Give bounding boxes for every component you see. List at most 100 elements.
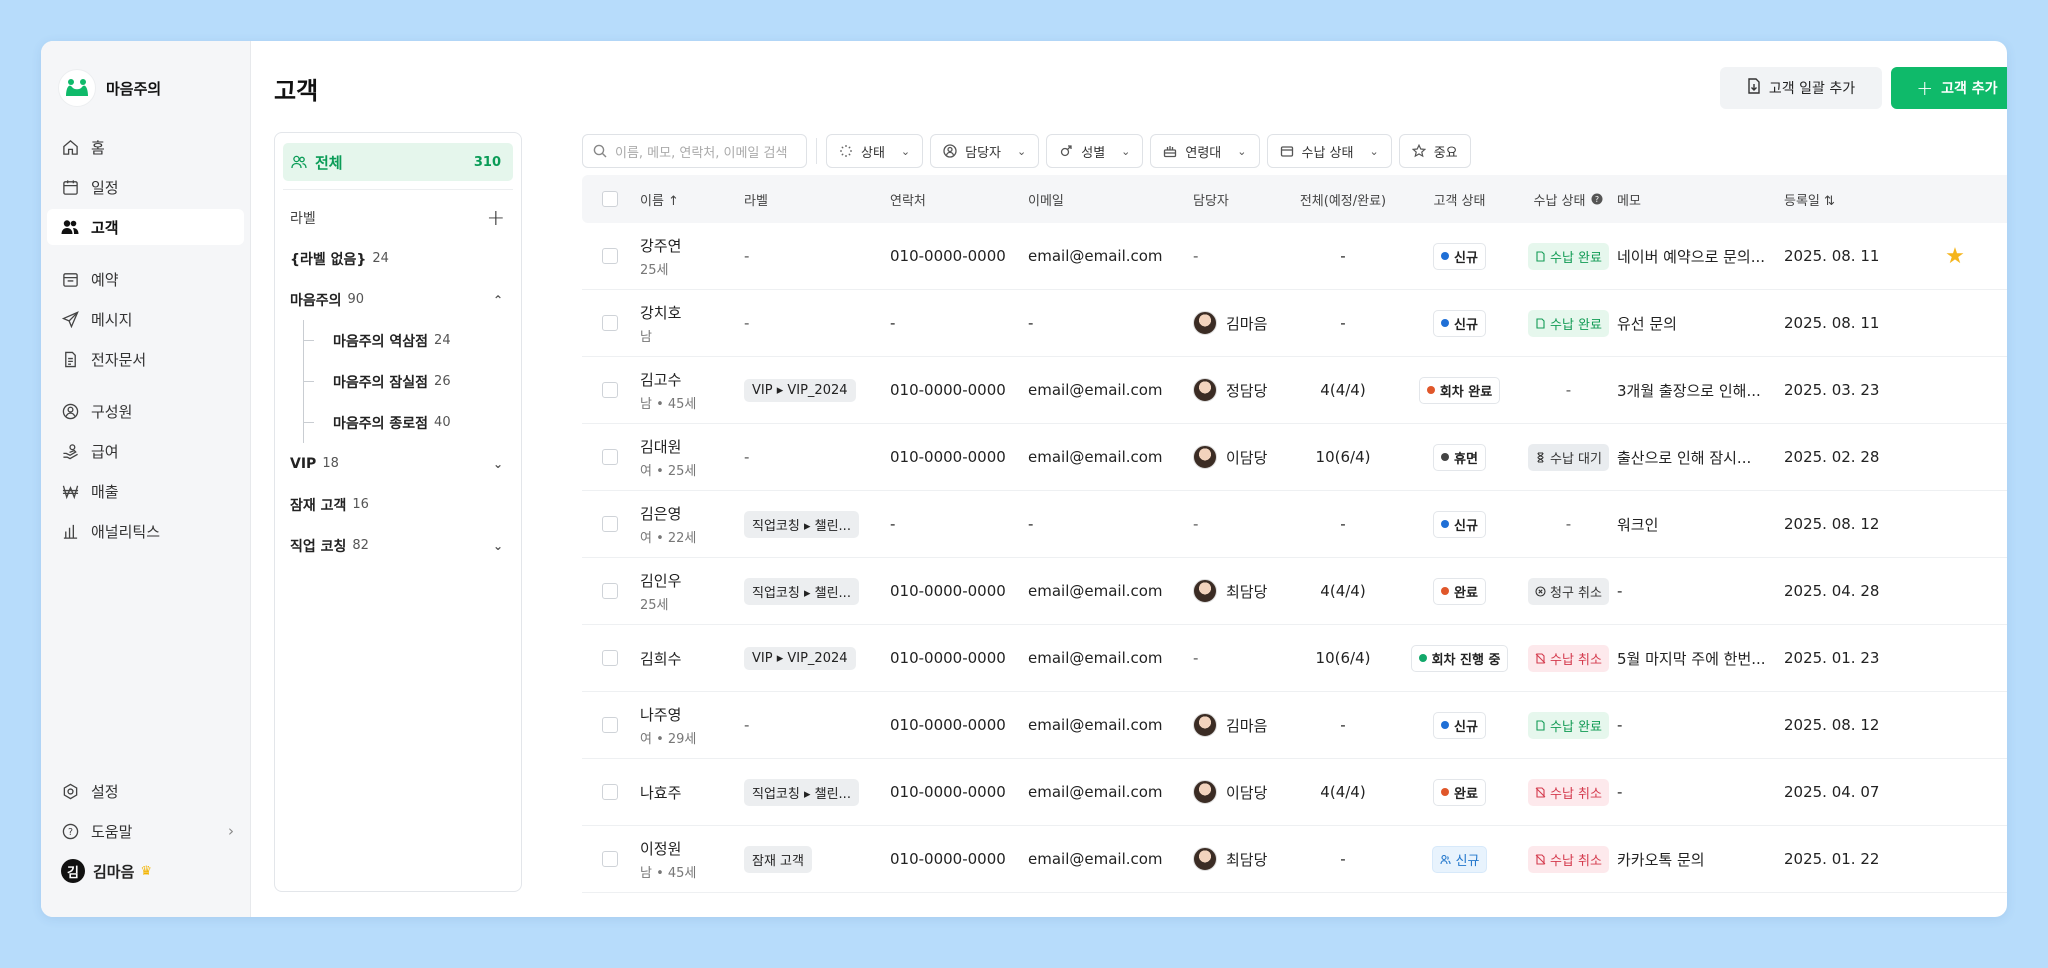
sidebar-item-1[interactable]: 일정 — [47, 169, 244, 205]
row-checkbox[interactable] — [602, 315, 618, 331]
sidebar-item-settings[interactable]: 설정 — [47, 773, 244, 809]
customer-name-cell[interactable]: 강주연 25세 — [640, 223, 744, 289]
manager-filter[interactable]: 담당자 ⌄ — [930, 134, 1040, 168]
label-item[interactable]: VIP 18 ⌄ — [275, 443, 521, 484]
customer-name-cell[interactable]: 나효주 — [640, 759, 744, 825]
select-all-checkbox[interactable] — [602, 191, 618, 207]
column-header[interactable]: 고객 상태 — [1399, 175, 1520, 223]
add-label-icon[interactable]: + — [487, 206, 505, 231]
sidebar-item-8[interactable]: 매출 — [47, 473, 244, 509]
age-filter[interactable]: 연령대 ⌄ — [1150, 134, 1260, 168]
session-count: - — [1340, 850, 1346, 868]
column-header[interactable]: 이메일 — [1028, 175, 1193, 223]
sidebar-item-help[interactable]: ? 도움말 › — [47, 813, 244, 849]
label-all[interactable]: 전체 310 — [283, 143, 513, 181]
label-cell: - — [744, 692, 890, 758]
label-panel: 전체 310 라벨 + {라벨 없음} 24 마음주의 90 ⌃ 마음주의 역삼점 24 마음… — [274, 132, 522, 892]
gender-filter[interactable]: 성별 ⌄ — [1046, 134, 1144, 168]
star-icon[interactable]: ★ — [1945, 244, 1965, 269]
label-item[interactable]: {라벨 없음} 24 — [275, 238, 521, 279]
session-count: 10(6/4) — [1315, 448, 1371, 466]
user-profile[interactable]: 김 김마음 ♛ — [47, 853, 244, 889]
label-tag[interactable]: 직업코칭 ▸ 챌린... — [744, 510, 859, 538]
sidebar-item-4[interactable]: 메시지 — [47, 301, 244, 337]
sidebar-item-3[interactable]: 예약 — [47, 261, 244, 297]
label-tag[interactable]: 직업코칭 ▸ 챌린... — [744, 577, 859, 605]
email-address: email@email.com — [1028, 783, 1163, 801]
search-input[interactable]: 이름, 메모, 연락처, 이메일 검색 — [582, 134, 807, 168]
sidebar-item-2[interactable]: 고객 — [47, 209, 244, 245]
row-checkbox[interactable] — [602, 717, 618, 733]
label-tag[interactable]: 잠재 고객 — [744, 845, 812, 873]
sidebar-item-0[interactable]: 홈 — [47, 129, 244, 165]
payment-filter[interactable]: 수납 상태 ⌄ — [1266, 134, 1392, 168]
label-item[interactable]: 직업 코칭 82 ⌄ — [275, 525, 521, 566]
label-name: 마음주의 잠실점 — [333, 374, 429, 391]
phone-cell: 010-0000-0000 — [890, 625, 1028, 691]
table-row[interactable]: 강주연 25세 - 010-0000-0000 email@email.com - - 신규 수… — [582, 223, 2007, 290]
customer-status-cell: 회차 완료 — [1399, 357, 1520, 423]
label-item[interactable]: 마음주의 90 ⌃ — [275, 279, 521, 320]
chevron-down-icon[interactable]: ⌄ — [493, 457, 503, 471]
sidebar-item-7[interactable]: 급여 — [47, 433, 244, 469]
row-checkbox[interactable] — [602, 784, 618, 800]
memo-cell: 유선 문의 — [1617, 290, 1784, 356]
table-row[interactable]: 나효주 직업코칭 ▸ 챌린... 010-0000-0000 email@email.… — [582, 759, 2007, 826]
memo-text: 카카오톡 문의 — [1617, 850, 1705, 869]
file-download-icon — [1747, 78, 1761, 98]
table-row[interactable]: 김대원 여 • 25세 -010-0000-0000 email@email.com 이… — [582, 424, 2007, 491]
row-checkbox[interactable] — [602, 382, 618, 398]
bulk-add-button[interactable]: 고객 일괄 추가 — [1720, 67, 1882, 109]
sidebar-item-9[interactable]: 애널리틱스 — [47, 513, 244, 549]
add-customer-button[interactable]: + 고객 추가 — [1891, 67, 2007, 109]
row-checkbox[interactable] — [602, 449, 618, 465]
customer-name-cell[interactable]: 강치호 남 — [640, 290, 744, 356]
customer-name-cell[interactable]: 이정원 남 • 45세 — [640, 826, 744, 892]
customer-meta: 남 — [640, 329, 652, 345]
row-checkbox[interactable] — [602, 248, 618, 264]
row-checkbox-cell — [582, 558, 640, 624]
brand[interactable]: 마음주의 — [41, 65, 250, 111]
row-checkbox[interactable] — [602, 583, 618, 599]
table-row[interactable]: 김인우 25세 직업코칭 ▸ 챌린... 010-0000-0000 email@ema… — [582, 558, 2007, 625]
customer-name-cell[interactable]: 김은영 여 • 22세 — [640, 491, 744, 557]
chevron-down-icon[interactable]: ⌄ — [493, 539, 503, 553]
table-row[interactable]: 강치호 남 - - - 김마음 - 신규 수납 완료 유선 문의 2025. 08. 11 — [582, 290, 2007, 357]
customer-name-cell[interactable]: 김희수 — [640, 625, 744, 691]
status-filter[interactable]: 상태 ⌄ — [826, 134, 924, 168]
table-row[interactable]: 김희수 VIP ▸ VIP_2024 010-0000-0000 email@emai… — [582, 625, 2007, 692]
row-checkbox[interactable] — [602, 650, 618, 666]
customer-name-cell[interactable]: 나주영 여 • 29세 — [640, 692, 744, 758]
label-item[interactable]: 마음주의 역삼점 24 — [275, 320, 521, 361]
column-header[interactable]: 연락처 — [890, 175, 1028, 223]
table-row[interactable]: 이정원 남 • 45세 잠재 고객 010-0000-0000 email@email.… — [582, 826, 2007, 893]
important-filter[interactable]: 중요 — [1398, 134, 1471, 168]
status-text: 신규 — [1454, 719, 1478, 735]
sidebar-item-5[interactable]: 전자문서 — [47, 341, 244, 377]
label-tag[interactable]: 직업코칭 ▸ 챌린... — [744, 778, 859, 806]
column-header[interactable]: 등록일 ⇅ — [1784, 175, 1934, 223]
table-row[interactable]: 나주영 여 • 29세 -010-0000-0000 email@email.com 김… — [582, 692, 2007, 759]
table-row[interactable]: 김고수 남 • 45세 VIP ▸ VIP_2024 010-0000-0000 ema… — [582, 357, 2007, 424]
manager-name: 이담당 — [1226, 783, 1268, 802]
row-checkbox[interactable] — [602, 851, 618, 867]
customer-name-cell[interactable]: 김인우 25세 — [640, 558, 744, 624]
label-item[interactable]: 잠재 고객 16 — [275, 484, 521, 525]
status-text: 신규 — [1454, 317, 1478, 333]
column-header[interactable]: 이름 ↑ — [640, 175, 744, 223]
column-header[interactable]: 수납 상태? — [1520, 175, 1617, 223]
customer-name-cell[interactable]: 김고수 남 • 45세 — [640, 357, 744, 423]
column-header[interactable]: 라벨 — [744, 175, 890, 223]
sidebar-item-6[interactable]: 구성원 — [47, 393, 244, 429]
chevron-up-icon[interactable]: ⌃ — [493, 293, 503, 307]
column-header[interactable]: 메모 — [1617, 175, 1784, 223]
customer-name-cell[interactable]: 김대원 여 • 25세 — [640, 424, 744, 490]
column-header[interactable]: 담당자 — [1193, 175, 1287, 223]
column-header[interactable]: 전체(예정/완료) — [1287, 175, 1399, 223]
row-checkbox[interactable] — [602, 516, 618, 532]
label-tag[interactable]: VIP ▸ VIP_2024 — [744, 378, 856, 402]
label-tag[interactable]: VIP ▸ VIP_2024 — [744, 646, 856, 670]
label-item[interactable]: 마음주의 잠실점 26 — [275, 361, 521, 402]
table-row[interactable]: 김은영 여 • 22세 직업코칭 ▸ 챌린... - - - - 신규 - 워크인 2025. 08… — [582, 491, 2007, 558]
label-item[interactable]: 마음주의 종로점 40 — [275, 402, 521, 443]
